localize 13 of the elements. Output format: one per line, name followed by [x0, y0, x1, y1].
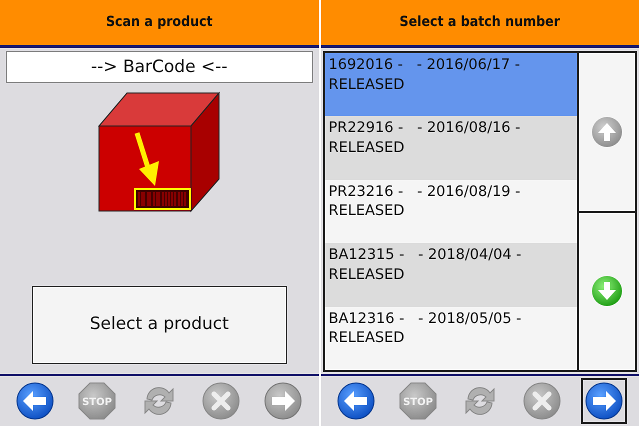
next-button[interactable]	[580, 378, 627, 424]
select-product-button[interactable]: Select a product	[32, 286, 286, 364]
barcode-field[interactable]: --> BarCode <--	[6, 51, 312, 83]
panel-title: Select a batch number	[320, 0, 639, 48]
batch-row[interactable]: PR23216 - - 2016/08/19 - RELEASED	[324, 180, 577, 244]
close-icon	[201, 381, 242, 421]
batch-row[interactable]: BA12316 - - 2018/05/05 - RELEASED	[324, 306, 577, 370]
batch-row[interactable]: PR22916 - - 2016/08/16 - RELEASED	[324, 116, 577, 180]
panel-title: Scan a product	[0, 0, 318, 48]
batch-row[interactable]: 1692016 - - 2016/06/17 - RELEASED	[324, 53, 577, 116]
close-icon	[522, 381, 562, 421]
batch-row[interactable]: BA12315 - - 2018/04/04 - RELEASED	[324, 243, 577, 307]
scroll-down-button[interactable]	[577, 212, 637, 372]
